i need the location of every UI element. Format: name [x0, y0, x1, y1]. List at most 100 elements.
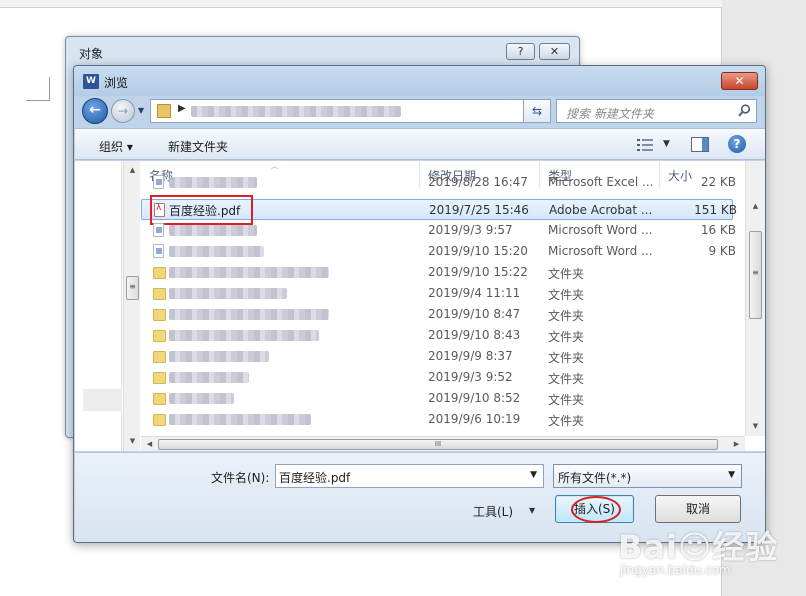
forward-button[interactable]: → [111, 99, 135, 123]
folder-icon [153, 288, 166, 300]
file-type: 文件夹 [548, 288, 585, 302]
file-type: 文件夹 [548, 393, 585, 407]
file-name-redacted [169, 351, 269, 362]
file-date: 2019/9/3 9:57 [428, 223, 513, 237]
filename-value: 百度经验.pdf [279, 471, 351, 485]
title-bar: W 浏览 ✕ [74, 66, 765, 96]
file-list-scrollbar[interactable]: ▲ ≡ ▼ [745, 161, 765, 436]
file-type: Microsoft Word ... [548, 223, 653, 237]
folder-icon [153, 372, 166, 384]
new-folder-button[interactable]: 新建文件夹 [168, 138, 228, 155]
file-name: 百度经验.pdf [169, 204, 241, 218]
file-name-redacted [169, 288, 287, 299]
object-dialog-title: 对象 [79, 47, 104, 61]
scroll-down-arrow-icon[interactable]: ▼ [124, 434, 141, 449]
watermark-url: jingyan.baidu.com [620, 563, 731, 577]
refresh-button[interactable]: ⇆ [523, 99, 551, 123]
search-input[interactable]: 搜索 新建文件夹 [556, 99, 757, 123]
folder-icon [153, 309, 166, 321]
file-type: Microsoft Word ... [548, 244, 653, 258]
file-date: 2019/9/10 15:22 [428, 265, 528, 279]
table-row[interactable]: 百度经验.pdf 2019/7/25 15:46 Adobe Acrobat ...… [141, 195, 737, 225]
address-path-redacted [191, 106, 401, 117]
table-row[interactable]: 2019/9/10 8:43 文件夹 [141, 325, 733, 346]
file-type-select[interactable]: 所有文件(*.*) ▼ [553, 464, 742, 488]
file-type: 文件夹 [548, 414, 585, 428]
toolbar: 组织 ▾ 新建文件夹 ▼ ? [75, 128, 765, 160]
file-name-redacted [169, 414, 311, 425]
file-type: 文件夹 [548, 372, 585, 386]
file-name-redacted [169, 177, 257, 188]
address-row: ← → ▼ ▶ ▼ ⇆ 搜索 新建文件夹 [74, 96, 765, 126]
organize-button[interactable]: 组织 ▾ [99, 138, 133, 155]
table-row[interactable]: 2019/9/3 9:57 Microsoft Word ... 16 KB [141, 220, 736, 241]
table-row[interactable]: 2019/9/6 10:19 文件夹 [141, 409, 733, 430]
file-size: 151 KB [694, 203, 737, 217]
file-list: 名称 ︿ 修改日期 类型 大小 2019/8/28 16:47Microsoft… [141, 161, 745, 436]
horizontal-scroll-thumb[interactable]: III [158, 439, 718, 450]
folder-icon [153, 351, 166, 363]
table-row[interactable]: 2019/9/4 11:11 文件夹 [141, 283, 733, 304]
search-icon[interactable] [738, 104, 751, 117]
folder-icon [153, 393, 166, 405]
close-button[interactable]: ✕ [721, 72, 758, 90]
address-bar[interactable]: ▶ ▼ [150, 99, 551, 123]
file-type: 文件夹 [548, 330, 585, 344]
file-type: 文件夹 [548, 351, 585, 365]
navigation-scroll-thumb[interactable]: ≡ [126, 276, 139, 300]
folder-icon [153, 267, 166, 279]
table-row[interactable]: 2019/8/28 16:47 Microsoft Excel ... 22 KB [141, 172, 736, 193]
file-type: 文件夹 [548, 267, 585, 281]
filename-input[interactable]: 百度经验.pdf ▼ [275, 464, 544, 488]
object-help-button[interactable]: ? [506, 43, 535, 60]
table-row[interactable]: 2019/9/9 8:37 文件夹 [141, 346, 733, 367]
watermark-logo: Bai☺经验 [618, 528, 779, 566]
file-type-dropdown-icon[interactable]: ▼ [728, 470, 735, 480]
navigation-pane-selected-item[interactable] [83, 389, 122, 411]
file-name-redacted [169, 309, 329, 320]
chevron-right-icon[interactable]: ▶ [178, 103, 186, 114]
tools-dropdown-icon[interactable]: ▼ [529, 506, 535, 515]
scroll-left-arrow-icon[interactable]: ◀ [141, 437, 158, 451]
document-top-edge [0, 0, 722, 8]
back-button[interactable]: ← [82, 98, 108, 124]
preview-pane-icon[interactable] [691, 137, 709, 152]
filename-dropdown-icon[interactable]: ▼ [530, 470, 537, 480]
file-size: 22 KB [700, 175, 736, 189]
file-name-redacted [169, 393, 234, 404]
help-icon[interactable]: ? [728, 135, 746, 153]
scroll-right-arrow-icon[interactable]: ▶ [728, 437, 745, 451]
table-row[interactable]: 2019/9/3 9:52 文件夹 [141, 367, 733, 388]
file-name-redacted [169, 225, 257, 236]
file-date: 2019/9/3 9:52 [428, 370, 513, 384]
excel-icon [153, 175, 164, 189]
file-date: 2019/9/10 8:47 [428, 307, 521, 321]
scroll-down-arrow-icon[interactable]: ▼ [747, 419, 764, 434]
file-date: 2019/9/10 8:52 [428, 391, 521, 405]
navigation-scrollbar[interactable]: ▲ ≡ ▼ [123, 161, 140, 451]
content-area: ▲ ≡ ▼ 名称 ︿ 修改日期 类型 大小 2019/8/28 16:47Mic… [75, 161, 765, 451]
file-list-scroll-thumb[interactable]: ≡ [749, 231, 762, 319]
view-options-icon[interactable] [637, 139, 653, 151]
folder-icon [157, 104, 171, 118]
horizontal-scrollbar[interactable]: ◀ III ▶ [141, 436, 745, 451]
table-row[interactable]: 2019/9/10 15:20 Microsoft Word ... 9 KB [141, 241, 736, 262]
folder-icon [153, 414, 166, 426]
word-doc-icon [153, 223, 164, 237]
table-row[interactable]: 2019/9/10 8:52 文件夹 [141, 388, 733, 409]
table-row[interactable]: 2019/9/10 8:47 文件夹 [141, 304, 733, 325]
object-close-button[interactable]: ✕ [539, 43, 570, 60]
navigation-pane[interactable] [75, 161, 122, 451]
word-doc-icon [153, 244, 164, 258]
file-name-redacted [169, 330, 319, 341]
scroll-up-arrow-icon[interactable]: ▲ [747, 199, 764, 214]
view-dropdown-icon[interactable]: ▼ [663, 139, 670, 149]
scroll-up-arrow-icon[interactable]: ▲ [124, 163, 141, 178]
file-size: 16 KB [700, 223, 736, 237]
file-date: 2019/8/28 16:47 [428, 175, 528, 189]
recent-pages-dropdown-icon[interactable]: ▼ [138, 106, 144, 115]
sort-indicator-icon: ︿ [271, 162, 278, 170]
file-name-redacted [169, 372, 249, 383]
table-row[interactable]: 2019/9/10 15:22 文件夹 [141, 262, 733, 283]
tools-button[interactable]: 工具(L) [473, 503, 513, 520]
